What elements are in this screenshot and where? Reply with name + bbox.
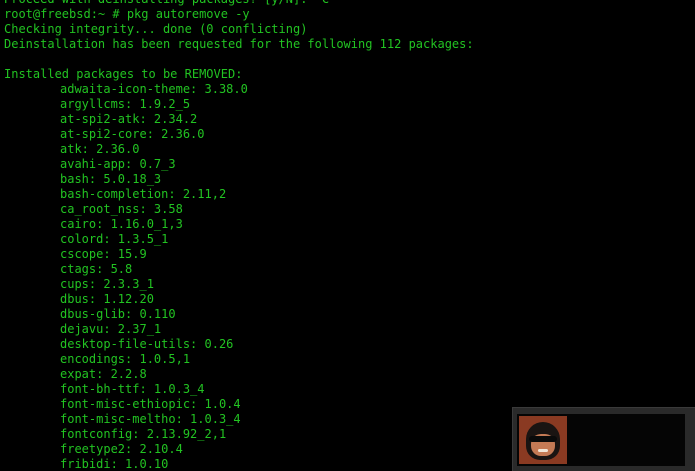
terminal-line: dbus-glib: 0.110 (60, 307, 176, 321)
terminal-line: Installed packages to be REMOVED: (4, 67, 243, 81)
terminal-window[interactable]: Proceed with deinstalling packages? [y/N… (0, 0, 695, 471)
terminal-line: ca_root_nss: 3.58 (60, 202, 183, 216)
terminal-line: fribidi: 1.0.10 (60, 457, 169, 471)
terminal-line: font-misc-meltho: 1.0.3_4 (60, 412, 241, 426)
sunglasses-icon (529, 436, 557, 442)
terminal-line: argyllcms: 1.9.2_5 (60, 97, 191, 111)
terminal-line: colord: 1.3.5_1 (60, 232, 169, 246)
terminal-line: root@freebsd:~ # pkg autoremove -y (4, 7, 250, 21)
terminal-line: cups: 2.3.3_1 (60, 277, 154, 291)
terminal-line: desktop-file-utils: 0.26 (60, 337, 234, 351)
terminal-output: Proceed with deinstalling packages? [y/N… (4, 0, 474, 471)
terminal-line: at-spi2-core: 2.36.0 (60, 127, 205, 141)
terminal-line: dbus: 1.12.20 (60, 292, 154, 306)
terminal-line: ctags: 5.8 (60, 262, 133, 276)
terminal-line: expat: 2.2.8 (60, 367, 147, 381)
terminal-line: encodings: 1.0.5,1 (60, 352, 191, 366)
terminal-line: font-bh-ttf: 1.0.3_4 (60, 382, 205, 396)
terminal-line: bash: 5.0.18_3 (60, 172, 162, 186)
terminal-line: dejavu: 2.37_1 (60, 322, 162, 336)
terminal-line: at-spi2-atk: 2.34.2 (60, 112, 198, 126)
webcam-frame (517, 414, 685, 466)
terminal-line: cscope: 15.9 (60, 247, 147, 261)
avatar (519, 416, 567, 464)
terminal-line: Checking integrity... done (0 conflictin… (4, 22, 308, 36)
webcam-overlay (512, 407, 695, 471)
terminal-line: fontconfig: 2.13.92_2,1 (60, 427, 227, 441)
terminal-line: atk: 2.36.0 (60, 142, 140, 156)
terminal-line: bash-completion: 2.11,2 (60, 187, 227, 201)
terminal-line: freetype2: 2.10.4 (60, 442, 183, 456)
terminal-line: cairo: 1.16.0_1,3 (60, 217, 183, 231)
terminal-line: Proceed with deinstalling packages? [y/N… (4, 0, 474, 7)
terminal-line: adwaita-icon-theme: 3.38.0 (60, 82, 248, 96)
terminal-line: avahi-app: 0.7_3 (60, 157, 176, 171)
terminal-line: font-misc-ethiopic: 1.0.4 (60, 397, 241, 411)
terminal-line: Deinstallation has been requested for th… (4, 37, 474, 51)
avatar-mouth (538, 449, 548, 452)
